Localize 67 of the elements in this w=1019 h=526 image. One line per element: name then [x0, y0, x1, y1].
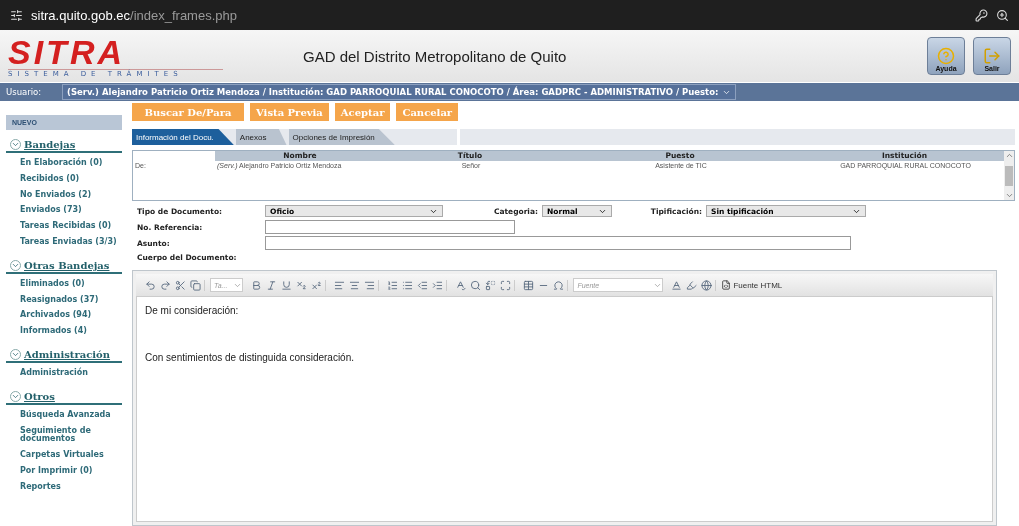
tab[interactable]: Anexos	[235, 129, 287, 145]
bullet-list-icon[interactable]	[402, 279, 414, 291]
align-right-icon[interactable]	[364, 279, 376, 291]
sidebar-link[interactable]: Informados (4)	[0, 324, 128, 340]
bold-icon[interactable]	[251, 279, 263, 291]
undo-icon[interactable]	[145, 279, 156, 291]
tab[interactable]: Opciones de Impresión	[288, 129, 395, 145]
text-color-icon[interactable]	[671, 279, 683, 291]
section-header[interactable]: Otros	[6, 390, 122, 405]
table-icon[interactable]	[523, 279, 535, 291]
sidebar-link[interactable]: Eliminados (0)	[0, 276, 128, 293]
sidebar-link[interactable]: No Enviados (2)	[0, 187, 128, 204]
input-field[interactable]	[265, 236, 851, 250]
code-file-icon[interactable]	[721, 280, 732, 290]
numbered-list-icon[interactable]	[387, 279, 399, 291]
zoom-icon[interactable]	[996, 8, 1009, 22]
globe-icon[interactable]	[701, 279, 713, 291]
url-text[interactable]: sitra.quito.gob.ec/index_frames.php	[31, 7, 237, 23]
help-icon	[937, 47, 955, 65]
key-icon[interactable]	[975, 8, 988, 22]
scrollbar[interactable]	[1004, 151, 1014, 200]
sidebar-link[interactable]: Tareas Recibidas (0)	[0, 219, 128, 235]
scissors-icon[interactable]	[175, 279, 186, 291]
sidebar-link[interactable]: Por Imprimir (0)	[0, 463, 128, 480]
exit-door-icon	[983, 47, 1001, 65]
source-button[interactable]: Fuente HTML	[721, 280, 783, 290]
search-icon[interactable]	[470, 279, 482, 291]
italic-icon[interactable]	[266, 279, 278, 291]
logo-text: SITRA	[8, 34, 125, 69]
indent-icon[interactable]	[432, 279, 444, 291]
section-header[interactable]: Bandejas	[6, 139, 122, 153]
redo-icon[interactable]	[160, 279, 171, 291]
sidebar-link[interactable]: Seguimiento de documentos	[0, 423, 128, 449]
highlight-icon[interactable]	[686, 279, 698, 291]
align-center-icon[interactable]	[349, 279, 361, 291]
subscript-icon[interactable]	[296, 279, 308, 291]
user-select[interactable]: (Serv.) Alejandro Patricio Ortiz Mendoza / Institución: GAD PARROQUIAL RURAL CONOCOTO / Área: GADPRC - ADMINISTRATIVO / Puesto:	[62, 84, 737, 100]
spellcheck-icon[interactable]	[455, 279, 467, 291]
sidebar-link[interactable]: Archivados (94)	[0, 308, 128, 325]
maximize-icon[interactable]	[500, 279, 512, 291]
editor-text-area[interactable]: De mi consideración: Con sentimientos de distinguida consideración.	[136, 296, 993, 522]
outdent-icon[interactable]	[417, 279, 429, 291]
body-text: Con sentimientos de distinguida consideración.	[145, 352, 355, 363]
page-title: GAD del Distrito Metropolitano de Quito	[303, 47, 567, 65]
align-left-icon[interactable]	[334, 279, 346, 291]
section-header[interactable]: Otras Bandejas	[6, 259, 122, 274]
sidebar-link[interactable]: En Elaboración (0)	[0, 156, 128, 172]
sidebar-link[interactable]: Recibidos (0)	[0, 171, 128, 188]
omega-icon[interactable]	[553, 279, 565, 291]
sidebar-link[interactable]: Enviados (73)	[0, 203, 128, 220]
sidebar-link[interactable]: Reportes	[0, 479, 128, 496]
site-settings-icon[interactable]	[10, 8, 23, 22]
sidebar-link[interactable]: Administración	[0, 365, 128, 382]
replace-icon[interactable]	[485, 279, 497, 291]
chevron-up-icon[interactable]	[1004, 151, 1014, 160]
sidebar-link[interactable]: Búsqueda Avanzada	[0, 407, 128, 424]
sidebar-link[interactable]: Tareas Enviadas (3/3)	[0, 235, 128, 251]
sidebar-link[interactable]: Carpetas Virtuales	[0, 448, 128, 464]
input-field[interactable]	[265, 220, 515, 234]
copy-icon[interactable]	[190, 279, 201, 291]
sidebar-link[interactable]: Reasignados (37)	[0, 292, 128, 309]
section-header[interactable]: Administración	[6, 348, 122, 363]
superscript-icon[interactable]	[311, 279, 323, 291]
user-label: Usuario:	[5, 87, 43, 97]
body-text: De mi consideración:	[145, 305, 240, 316]
underline-icon[interactable]	[281, 279, 293, 291]
tab[interactable]: Información del Docu.	[132, 129, 234, 145]
